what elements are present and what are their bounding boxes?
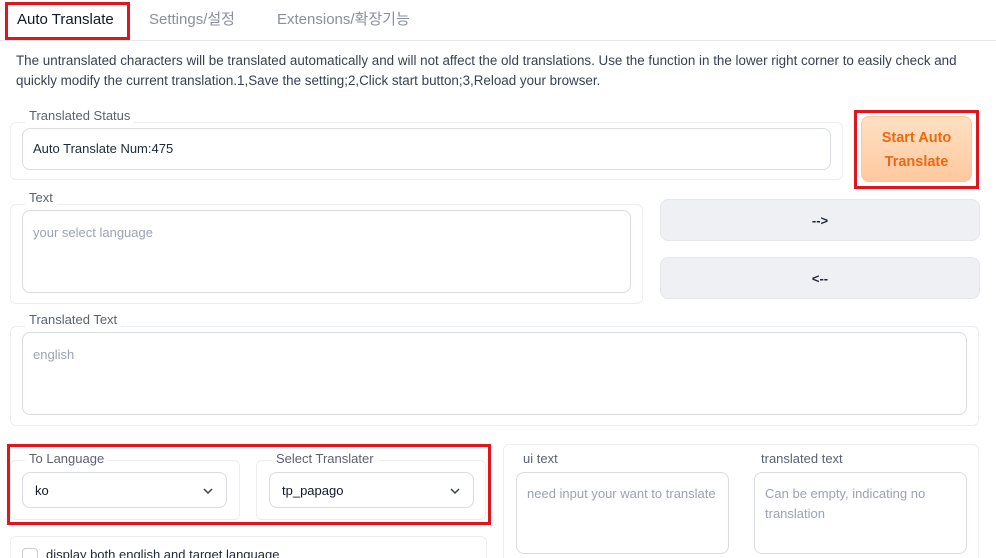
status-label: Translated Status bbox=[25, 109, 135, 123]
translated-text-placeholder: english bbox=[33, 347, 75, 362]
translated-text2-label: translated text bbox=[757, 452, 847, 466]
status-field: Auto Translate Num:475 bbox=[22, 128, 831, 170]
status-value: Auto Translate Num:475 bbox=[33, 141, 174, 156]
text-input[interactable]: your select language bbox=[22, 210, 631, 293]
translate-forward-button[interactable]: --> bbox=[660, 199, 980, 241]
translated-text-input[interactable]: english bbox=[22, 332, 967, 415]
tab-extensions[interactable]: Extensions/확장기능 bbox=[277, 0, 410, 40]
language-settings-highlight bbox=[7, 444, 491, 525]
display-both-checkbox[interactable] bbox=[22, 548, 38, 558]
start-auto-translate-button[interactable]: Start Auto Translate bbox=[861, 116, 972, 182]
ui-text-label: ui text bbox=[519, 452, 562, 466]
tab-divider bbox=[0, 40, 996, 41]
ui-text-placeholder: need input your want to translate bbox=[527, 486, 716, 501]
ui-text-input[interactable]: need input your want to translate bbox=[516, 472, 729, 554]
translate-backward-button[interactable]: <-- bbox=[660, 257, 980, 299]
start-button-line2: Translate bbox=[884, 154, 949, 170]
text-label: Text bbox=[25, 191, 57, 205]
translated-text-label: Translated Text bbox=[25, 313, 122, 327]
translated-text2-placeholder: Can be empty, indicating no translation bbox=[765, 486, 926, 521]
start-button-line1: Start Auto bbox=[881, 130, 952, 146]
translated-text2-input[interactable]: Can be empty, indicating no translation bbox=[754, 472, 967, 554]
active-tab-highlight bbox=[5, 2, 130, 40]
text-placeholder: your select language bbox=[33, 225, 153, 240]
description-text: The untranslated characters will be tran… bbox=[16, 53, 957, 88]
display-both-label: display both english and target language bbox=[46, 547, 280, 558]
tab-settings[interactable]: Settings/설정 bbox=[149, 0, 235, 40]
